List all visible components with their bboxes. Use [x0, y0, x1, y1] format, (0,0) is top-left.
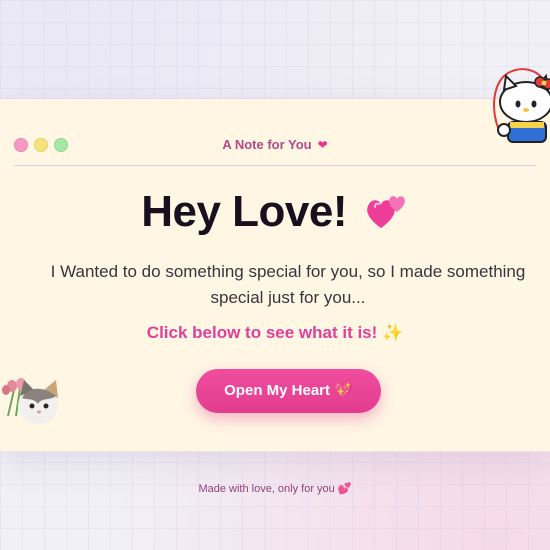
message-text: I Wanted to do something special for you… [50, 262, 526, 307]
window-titlebar: A Note for You ❤ [14, 127, 536, 166]
hello-kitty-sticker [492, 60, 550, 144]
note-card: A Note for You ❤ Hey Love! I Wanted to do… [0, 98, 550, 452]
sparkles-icon: ✨ [382, 323, 404, 342]
footer-text: Made with love, only for you 💕 [198, 483, 352, 495]
cta-line: Click below to see what it is! ✨ [0, 323, 550, 343]
open-my-heart-button[interactable]: Open My Heart 💖 [196, 369, 381, 413]
window-title-text: A Note for You [222, 137, 312, 152]
heart-icon: ❤ [317, 138, 328, 152]
page-title: Hey Love! [0, 187, 550, 237]
two-hearts-icon [365, 190, 409, 230]
headline-text: Hey Love! [141, 187, 348, 236]
cat-with-tulips-sticker [0, 372, 66, 428]
window-title: A Note for You ❤ [14, 137, 536, 152]
cta-text: Click below to see what it is! [146, 323, 378, 342]
